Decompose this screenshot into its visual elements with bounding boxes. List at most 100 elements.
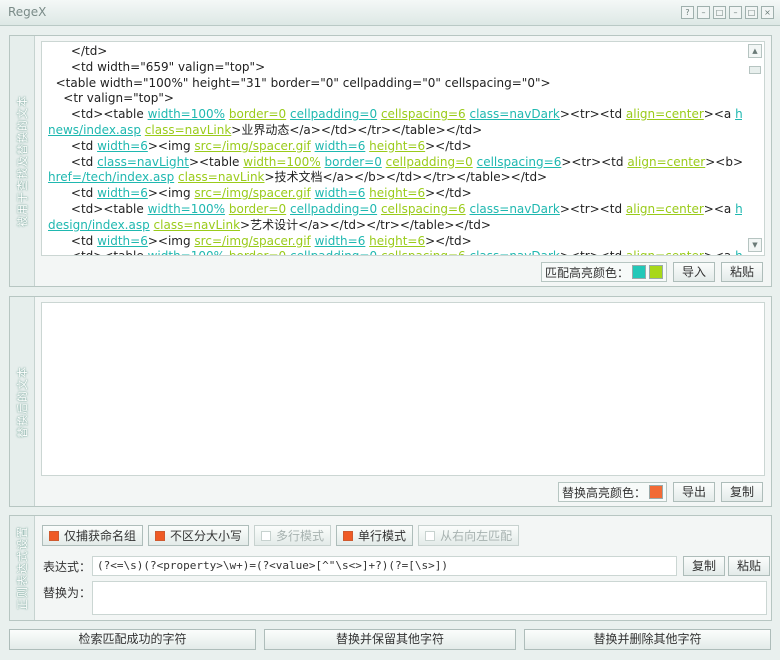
regex-side-label-text: 正则表达式设置 [16, 526, 29, 610]
option-label: 多行模式 [276, 529, 325, 543]
source-text-segment: ><a [703, 107, 736, 122]
regex-options: 仅捕获命名组 不区分大小写 多行模式 单行模式 从右向左匹配 [42, 525, 520, 546]
match-highlight: border=0 [324, 154, 382, 169]
source-text-area[interactable]: </td> <td width="659" valign="top"> <tab… [41, 41, 765, 256]
match-highlight: width=6 [97, 233, 148, 248]
match-highlight: width=6 [314, 233, 366, 248]
source-line: <td><table width=100% border=0 cellpaddi… [48, 107, 742, 123]
match-highlight: cellpadding=0 [290, 107, 378, 122]
source-text-segment: ><a [704, 249, 735, 255]
option-label: 仅捕获命名组 [64, 529, 137, 543]
match-highlight: class=navLink [178, 170, 265, 185]
match-highlight: href=/ [735, 249, 742, 255]
option-named-groups[interactable]: 仅捕获命名组 [42, 525, 144, 546]
match-color-picker[interactable]: 匹配高亮颜色： [540, 262, 667, 282]
match-highlight: class=navLight [97, 154, 189, 169]
match-highlight: border=0 [229, 249, 286, 255]
source-text-segment: >技术文档</a></b></td></tr></table></td> [264, 170, 548, 185]
checkbox-icon [49, 530, 59, 541]
replace-delete-button[interactable]: 替换并删除其他字符 [524, 629, 771, 650]
source-text-segment: ><img [147, 186, 195, 201]
source-text-segment: ><img [147, 233, 195, 248]
source-text-segment: ><a [703, 201, 736, 216]
match-highlight: cellpadding=0 [290, 201, 378, 216]
source-line: <td width=6><img src=/img/spacer.gif wid… [48, 234, 742, 250]
scroll-down-icon[interactable]: ▼ [748, 238, 762, 252]
source-text-segment: >业界动态</a></td></tr></table></td> [231, 122, 483, 137]
result-text-area[interactable] [41, 302, 765, 476]
expression-label: 表达式： [43, 560, 92, 574]
result-toolbar: 替换高亮颜色： 导出 复制 [557, 482, 763, 502]
replace-with-label: 替换为： [43, 586, 92, 600]
copy-expression-button[interactable]: 复制 [683, 556, 726, 576]
match-color-swatch-2[interactable] [648, 265, 663, 279]
replace-with-input[interactable] [92, 581, 767, 615]
minimize-icon[interactable]: – [729, 6, 742, 19]
regex-panel: 正则表达式设置 仅捕获命名组 不区分大小写 多行模式 单行模式 从右向左匹配 表… [9, 515, 772, 621]
checkbox-icon [343, 530, 354, 541]
help-icon[interactable]: ? [681, 6, 694, 19]
window-title: RegeX [8, 5, 47, 19]
source-line: <td class=navLight><table width=100% bor… [48, 155, 742, 171]
replace-color-swatch[interactable] [648, 485, 663, 499]
match-highlight: design/index.asp [48, 217, 150, 232]
checkbox-icon [425, 530, 436, 541]
source-toolbar: 匹配高亮颜色： 导入 粘贴 [540, 262, 763, 282]
source-text-segment: <table width="100%" height="31" border="… [48, 75, 551, 90]
option-singleline[interactable]: 单行模式 [336, 525, 414, 546]
match-highlight: width=6 [97, 138, 148, 153]
source-text-segment: <td><table [48, 107, 148, 122]
option-ignore-case[interactable]: 不区分大小写 [148, 525, 250, 546]
source-text-segment: ><b><a [705, 154, 742, 169]
source-line: href=/tech/index.asp class=navLink>技术文档<… [48, 170, 742, 186]
match-highlight: href=/tech/index.asp [48, 170, 175, 185]
match-highlight: width=100% [147, 201, 226, 216]
source-scrollbar[interactable]: ▲ ▼ [748, 44, 762, 252]
expression-input[interactable]: (?<=\s)(?<property>\w+)=(?<value>[^"\s<>… [92, 556, 677, 576]
source-text-segment: >艺术设计</a></td></tr></table></td> [240, 217, 491, 232]
match-highlight: cellpadding=0 [290, 249, 377, 255]
source-text-segment: ><tr><td [559, 201, 626, 216]
match-color-swatch-1[interactable] [631, 265, 646, 279]
source-text-segment: <tr valign="top"> [48, 91, 174, 106]
source-text-segment: <td [48, 186, 98, 201]
match-highlight: border=0 [228, 201, 287, 216]
match-color-label: 匹配高亮颜色： [544, 265, 629, 280]
source-line: <td width=6><img src=/img/spacer.gif wid… [48, 139, 742, 155]
import-button[interactable]: 导入 [672, 262, 715, 282]
match-highlight: align=center [626, 249, 704, 255]
match-highlight: href=/ [735, 107, 742, 122]
find-matches-button[interactable]: 检索匹配成功的字符 [9, 629, 256, 650]
source-text-segment: ></td> [425, 138, 472, 153]
source-text-segment: ></td> [425, 233, 472, 248]
source-line: <td width=6><img src=/img/spacer.gif wid… [48, 186, 742, 202]
replace-color-picker[interactable]: 替换高亮颜色： [557, 482, 667, 502]
paste-expression-button[interactable]: 粘贴 [728, 556, 771, 576]
export-button[interactable]: 导出 [672, 482, 715, 502]
copy-result-button[interactable]: 复制 [720, 482, 763, 502]
match-highlight: width=100% [147, 107, 226, 122]
scroll-up-icon[interactable]: ▲ [748, 44, 762, 58]
restore-icon[interactable]: □ [713, 6, 726, 19]
source-text-segment: <td [48, 154, 98, 169]
minimize-icon[interactable]: – [697, 6, 710, 19]
match-highlight: src=/img/spacer.gif [194, 233, 311, 248]
match-highlight: src=/img/spacer.gif [194, 186, 311, 201]
scroll-thumb[interactable] [749, 66, 761, 74]
match-highlight: height=6 [369, 186, 426, 201]
regex-side-label: 正则表达式设置 [10, 516, 35, 620]
option-multiline[interactable]: 多行模式 [254, 525, 332, 546]
checkbox-icon [261, 530, 272, 541]
match-highlight: cellspacing=6 [380, 107, 466, 122]
source-side-label-text: 被用于查找及替换的文本 [16, 95, 29, 227]
source-text-segment: <td><table [48, 249, 148, 255]
title-bar: RegeX ? – □ – □ × [0, 0, 780, 26]
source-text-segment: ><tr><td [561, 154, 628, 169]
close-icon[interactable]: × [761, 6, 774, 19]
window-controls: ? – □ – □ × [681, 6, 774, 19]
replace-keep-button[interactable]: 替换并保留其他字符 [264, 629, 516, 650]
paste-button[interactable]: 粘贴 [720, 262, 763, 282]
maximize-icon[interactable]: □ [745, 6, 758, 19]
checkbox-icon [155, 530, 166, 541]
option-right-to-left[interactable]: 从右向左匹配 [418, 525, 520, 546]
